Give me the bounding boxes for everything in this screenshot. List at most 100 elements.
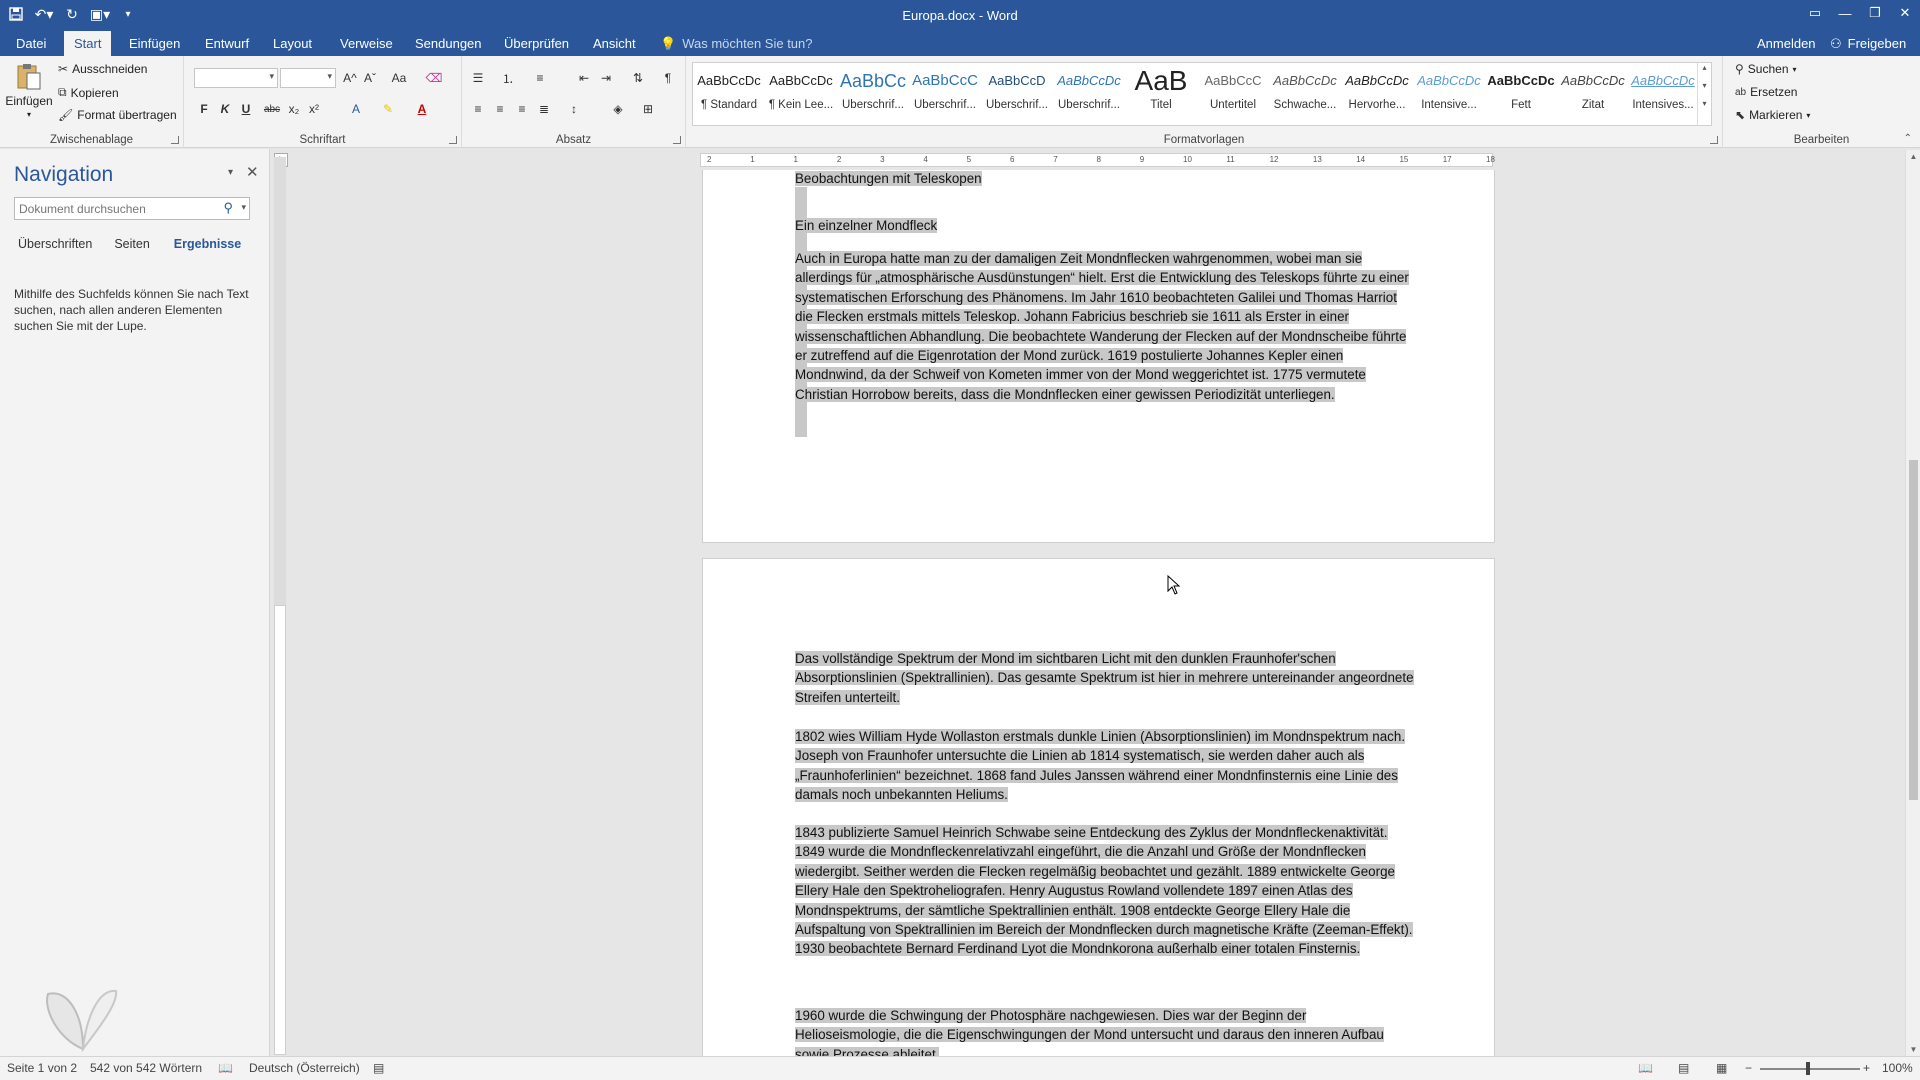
tab-ueberpruefen[interactable]: Überprüfen	[494, 31, 579, 56]
tab-start[interactable]: Start	[64, 31, 112, 56]
tab-verweise[interactable]: Verweise	[330, 31, 403, 56]
shading-icon[interactable]: ◈	[608, 99, 628, 119]
bullets-icon[interactable]: ☰	[468, 68, 488, 88]
zoom-out-button[interactable]: −	[1745, 1061, 1752, 1075]
style-heading-3[interactable]: AaBbCcD Überschrif...	[981, 63, 1053, 125]
italic-button[interactable]: K	[215, 99, 235, 119]
tab-layout[interactable]: Layout	[263, 31, 322, 56]
style-subtitle[interactable]: AaBbCcC Untertitel	[1197, 63, 1269, 125]
subscript-button[interactable]: x₂	[284, 99, 304, 119]
page-indicator[interactable]: Seite 1 von 2	[7, 1061, 77, 1075]
paragraph-launcher-icon[interactable]	[673, 136, 681, 144]
line-spacing-icon[interactable]: ↕	[564, 99, 584, 119]
font-size-combo[interactable]	[280, 68, 336, 88]
tab-entwurf[interactable]: Entwurf	[195, 31, 259, 56]
share-button[interactable]: ⚇ Freigeben	[1830, 31, 1906, 56]
gallery-scroll[interactable]: ▴ ▾ ▾	[1697, 63, 1711, 125]
strikethrough-button[interactable]: abc	[262, 99, 282, 119]
format-painter-button[interactable]: 🖌 Format übertragen	[58, 108, 177, 122]
font-launcher-icon[interactable]	[449, 136, 457, 144]
nav-tab-results[interactable]: Ergebnisse	[174, 237, 241, 251]
minimize-icon[interactable]: —	[1830, 0, 1860, 26]
close-icon[interactable]: ✕	[1890, 0, 1920, 26]
find-button[interactable]: ⚲ Suchen ▾	[1735, 62, 1797, 76]
replace-button[interactable]: ab Ersetzen	[1735, 85, 1797, 99]
tab-ansicht[interactable]: Ansicht	[583, 31, 646, 56]
vertical-scrollbar[interactable]: ▲ ▼	[1905, 150, 1920, 1056]
tab-einfuegen[interactable]: Einfügen	[119, 31, 190, 56]
style-standard[interactable]: AaBbCcDc ¶ Standard	[693, 63, 765, 125]
sort-icon[interactable]: ⇅	[628, 68, 648, 88]
restore-icon[interactable]: ❐	[1860, 0, 1890, 26]
style-heading-1[interactable]: AaBbCc Überschrif...	[837, 63, 909, 125]
font-name-combo[interactable]	[194, 68, 278, 88]
styles-launcher-icon[interactable]	[1710, 136, 1718, 144]
zoom-slider[interactable]	[1760, 1068, 1860, 1070]
change-case-button[interactable]: Aa	[386, 68, 412, 88]
proofing-icon[interactable]: 📖	[218, 1061, 233, 1075]
copy-button[interactable]: ⧉ Kopieren	[58, 85, 119, 100]
style-no-spacing[interactable]: AaBbCcDc ¶ Kein Lee...	[765, 63, 837, 125]
align-center-icon[interactable]: ≡	[490, 99, 510, 119]
language-indicator[interactable]: Deutsch (Österreich)	[249, 1061, 360, 1075]
multilevel-list-icon[interactable]: ≡	[530, 68, 550, 88]
scroll-down-icon[interactable]: ▼	[1906, 1045, 1920, 1054]
grow-font-button[interactable]: A^	[340, 68, 360, 88]
tab-datei[interactable]: Datei	[6, 31, 56, 56]
numbering-icon[interactable]: ⒈	[498, 68, 518, 88]
nav-search-input[interactable]	[15, 198, 205, 219]
print-layout-icon[interactable]: ▤	[1678, 1061, 1689, 1075]
clipboard-launcher-icon[interactable]	[171, 136, 179, 144]
zoom-slider-handle[interactable]	[1806, 1062, 1810, 1075]
scroll-up-icon[interactable]: ▲	[1906, 152, 1920, 161]
search-icon[interactable]: ⚲	[223, 200, 233, 216]
style-title[interactable]: AaB Titel	[1125, 63, 1197, 125]
highlight-icon[interactable]: ✎	[378, 99, 398, 119]
borders-icon[interactable]: ⊞	[638, 99, 658, 119]
vertical-ruler[interactable]	[274, 605, 286, 1055]
tell-me-box[interactable]: 💡 Was möchten Sie tun?	[660, 31, 813, 56]
font-color-icon[interactable]: A	[412, 99, 432, 119]
collapse-ribbon-icon[interactable]: ⌃	[1904, 133, 1912, 144]
style-intense-emphasis[interactable]: AaBbCcDc Intensive...	[1413, 63, 1485, 125]
scrollbar-thumb[interactable]	[1909, 460, 1918, 800]
superscript-button[interactable]: x²	[304, 99, 324, 119]
align-left-icon[interactable]: ≡	[468, 99, 488, 119]
style-subtle-emphasis[interactable]: AaBbCcDc Schwache...	[1269, 63, 1341, 125]
page-1[interactable]: Beobachtungen mit Teleskopen Ein einzeln…	[702, 170, 1495, 543]
style-quote[interactable]: AaBbCcDc Zitat	[1557, 63, 1629, 125]
justify-icon[interactable]: ≣	[534, 99, 554, 119]
underline-button[interactable]: U	[236, 99, 256, 119]
tab-sendungen[interactable]: Sendungen	[405, 31, 492, 56]
macro-icon[interactable]: ▤	[373, 1061, 384, 1075]
style-heading-4[interactable]: AaBbCcDc Überschrif...	[1053, 63, 1125, 125]
word-count[interactable]: 542 von 542 Wörtern	[90, 1061, 202, 1075]
style-emphasis[interactable]: AaBbCcDc Hervorhe...	[1341, 63, 1413, 125]
cut-button[interactable]: ✂ Ausschneiden	[58, 62, 147, 76]
style-intense-quote[interactable]: AaBbCcDc Intensives...	[1629, 63, 1697, 125]
nav-close-icon[interactable]: ✕	[246, 163, 259, 181]
select-button[interactable]: ⬉ Markieren ▾	[1735, 108, 1810, 122]
zoom-level[interactable]: 100%	[1882, 1061, 1913, 1075]
shrink-font-button[interactable]: Aˇ	[360, 68, 380, 88]
page-2[interactable]: Das vollständige Spektrum der Mond im si…	[702, 558, 1495, 1056]
text-effects-icon[interactable]: A	[346, 99, 366, 119]
nav-tab-headings[interactable]: Überschriften	[18, 237, 92, 251]
nav-tab-pages[interactable]: Seiten	[114, 237, 149, 251]
style-strong[interactable]: AaBbCcDc Fett	[1485, 63, 1557, 125]
paste-button[interactable]: Einfügen ▾	[5, 62, 53, 119]
style-heading-2[interactable]: AaBbCcC Überschrif...	[909, 63, 981, 125]
nav-options-icon[interactable]: ▾	[228, 167, 233, 178]
bold-button[interactable]: F	[194, 99, 214, 119]
chevron-down-icon[interactable]: ▾	[241, 202, 246, 213]
web-layout-icon[interactable]: ▦	[1716, 1061, 1727, 1075]
document-area[interactable]: Beobachtungen mit Teleskopen Ein einzeln…	[290, 170, 1905, 1056]
read-mode-icon[interactable]: 📖	[1638, 1061, 1653, 1075]
horizontal-ruler[interactable]: 2 1 1 2 3 4 5 6 7 8 9 10 11 12 13 14 15 17 18	[700, 153, 1495, 167]
increase-indent-icon[interactable]: ⇥	[596, 68, 616, 88]
zoom-in-button[interactable]: +	[1863, 1061, 1870, 1075]
align-right-icon[interactable]: ≡	[512, 99, 532, 119]
decrease-indent-icon[interactable]: ⇤	[574, 68, 594, 88]
clear-formatting-icon[interactable]: ⌫	[424, 68, 444, 88]
pilcrow-icon[interactable]: ¶	[658, 68, 678, 88]
